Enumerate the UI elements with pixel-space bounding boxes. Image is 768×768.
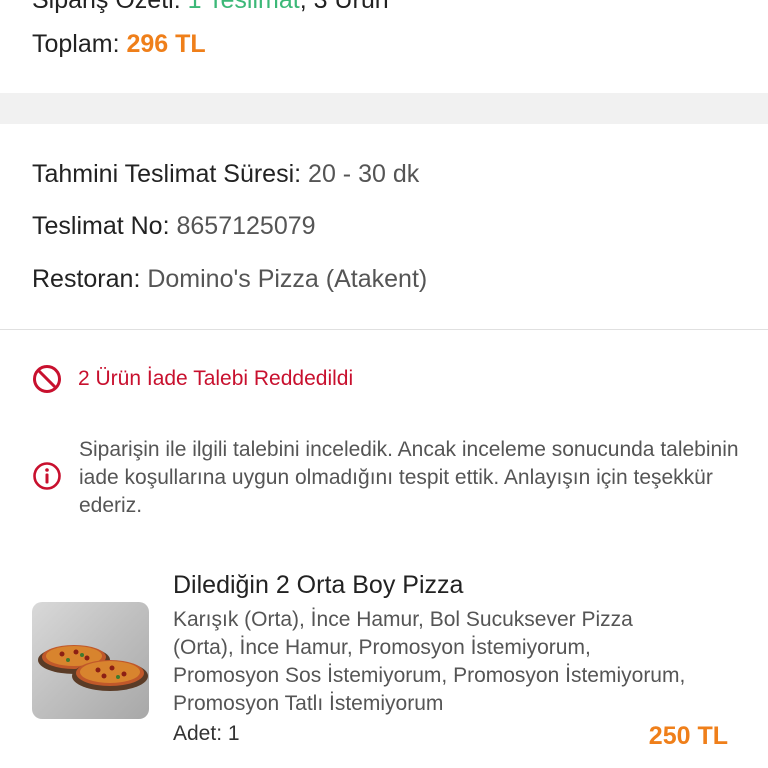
prohibited-icon xyxy=(33,365,61,393)
product-name: Dilediğin 2 Orta Boy Pizza xyxy=(173,571,464,599)
section-separator xyxy=(0,93,768,124)
product-image xyxy=(32,602,149,719)
delivery-no-value: 8657125079 xyxy=(176,212,316,240)
refund-status-text: 2 Ürün İade Talebi Reddedildi xyxy=(78,367,354,390)
eta-label: Tahmini Teslimat Süresi: xyxy=(32,160,302,188)
restaurant-label: Restoran: xyxy=(32,265,141,293)
total-label: Toplam: xyxy=(32,30,120,58)
refund-notice-text: Siparişin ile ilgili talebini inceledik.… xyxy=(79,438,739,517)
restaurant-row: Restoran: Domino's Pizza (Atakent) xyxy=(32,265,427,294)
product-description: Karışık (Orta), İnce Hamur, Bol Sucuksev… xyxy=(173,608,686,715)
item-count: , 3 Ürün xyxy=(299,0,389,14)
eta-value: 20 - 30 dk xyxy=(308,160,420,188)
info-icon xyxy=(33,462,61,490)
divider xyxy=(0,329,768,330)
order-summary-label: Sipariş Özeti: xyxy=(32,0,181,14)
product-price: 250 TL xyxy=(648,722,728,750)
restaurant-value: Domino's Pizza (Atakent) xyxy=(147,265,428,293)
total-value: 296 TL xyxy=(126,30,206,58)
refund-status: 2 Ürün İade Talebi Reddedildi xyxy=(32,364,353,394)
eta-row: Tahmini Teslimat Süresi: 20 - 30 dk xyxy=(32,160,419,189)
order-total: Toplam: 296 TL xyxy=(32,30,206,59)
product-quantity: Adet: 1 xyxy=(173,722,240,745)
order-summary: Sipariş Özeti: 1 Teslimat, 3 Ürün xyxy=(32,0,389,15)
delivery-no-row: Teslimat No: 8657125079 xyxy=(32,212,316,241)
delivery-count: 1 Teslimat xyxy=(187,0,300,14)
delivery-no-label: Teslimat No: xyxy=(32,212,170,240)
